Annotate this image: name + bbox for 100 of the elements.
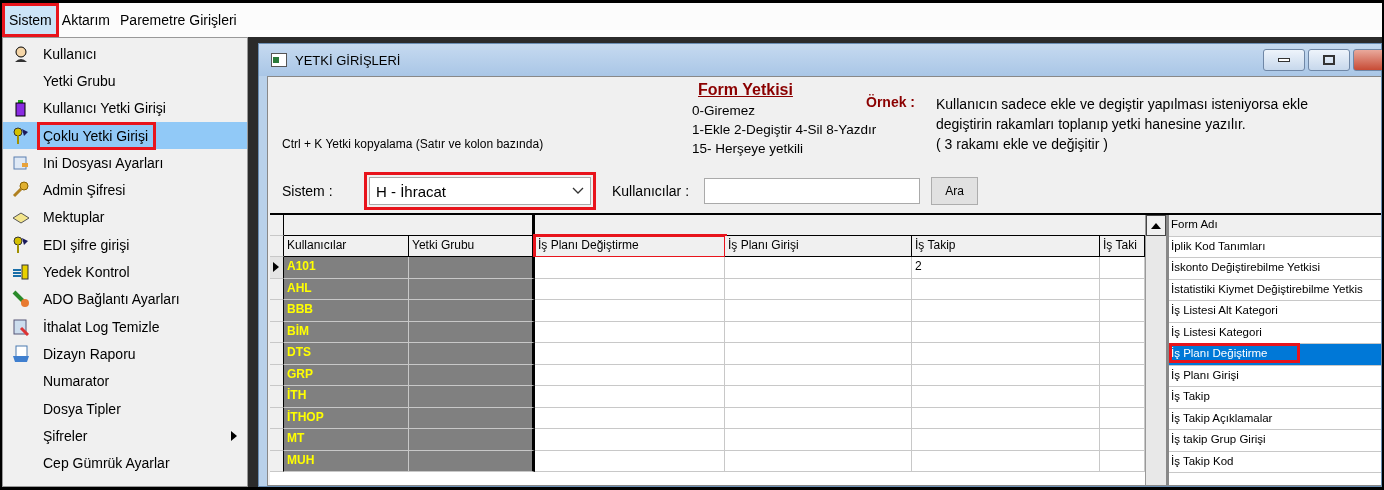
menu-item[interactable]: Yedek Kontrol — [3, 258, 247, 286]
form-name: İş Takip Kod — [1171, 453, 1235, 469]
table-cell — [1100, 343, 1145, 365]
menu-item-label: Dizayn Raporu — [42, 344, 137, 364]
user-cell: GRP — [284, 364, 409, 386]
menu-bar-item[interactable]: Paremetre Girişleri — [115, 5, 242, 35]
menu-item[interactable]: Çoklu Yetki Girişi — [3, 121, 247, 150]
menu-item[interactable]: Mektuplar — [3, 203, 247, 232]
menu-item-label: Şifreler — [42, 426, 89, 446]
document-icon — [12, 153, 30, 172]
field-label: Sistem : — [282, 183, 334, 199]
input-field[interactable] — [704, 178, 920, 204]
keys-icon — [12, 126, 30, 145]
menu-item[interactable]: İthalat Log Temizle — [3, 312, 247, 341]
minimize-button[interactable] — [1263, 49, 1305, 71]
menu-item[interactable]: EDI şifre girişi — [3, 231, 247, 259]
row-indicator[interactable] — [270, 278, 284, 300]
menu-item[interactable]: Cep Gümrük Ayarlar — [3, 449, 247, 477]
menu-item-label: Dosya Tipler — [42, 399, 122, 419]
submenu-arrow-icon — [231, 431, 237, 442]
menu-item-label: Cep Gümrük Ayarlar — [42, 454, 171, 474]
menu-item[interactable]: Kullanıcı — [3, 40, 247, 68]
form-list-item[interactable]: İskonto Değiştirebilme Yetkisi — [1169, 258, 1381, 280]
menu-item[interactable]: Dosya Tipler — [3, 394, 247, 423]
row-indicator[interactable] — [270, 343, 284, 365]
scroll-up-button[interactable] — [1146, 215, 1166, 236]
window-icon — [271, 53, 287, 67]
copy-hint-text: Ctrl + K Yetki kopyalama (Satır ve kolon bazında) — [281, 136, 545, 153]
maximize-button[interactable] — [1308, 49, 1350, 71]
menu-item-label: Ini Dosyası Ayarları — [42, 153, 165, 173]
menu-item[interactable]: Yetki Grubu — [3, 67, 247, 95]
person-icon — [12, 44, 30, 63]
form-name: İskonto Değiştirebilme Yetkisi — [1171, 260, 1321, 275]
user-cell: A101 — [284, 257, 409, 279]
menu-item-label: EDI şifre girişi — [42, 235, 131, 255]
keys-icon — [12, 235, 30, 254]
header-corner — [270, 236, 284, 257]
example-line: degiştirin rakamları toplanıp yetki hanesine yazılır. — [936, 115, 1246, 134]
row-indicator[interactable] — [270, 407, 284, 429]
field-label: Kullanıcılar : — [612, 183, 691, 199]
menu-bar-item[interactable]: Aktarım — [56, 5, 116, 35]
table-cell — [1100, 364, 1145, 386]
menu-item[interactable]: Ini Dosyası Ayarları — [3, 149, 247, 177]
legend-title: Form Yetkisi — [697, 81, 794, 99]
table-cell: 2 — [912, 257, 1100, 279]
legend-line: 1-Ekle 2-Degiştir 4-Sil 8-Yazdır — [692, 121, 877, 139]
menu-item[interactable]: Dizayn Raporu — [3, 340, 247, 368]
sistem-dropdown[interactable]: H - İhracat — [369, 177, 591, 205]
form-list-item[interactable]: İş Planı Değiştirme — [1169, 344, 1381, 366]
table-cell — [1100, 278, 1145, 300]
row-indicator[interactable] — [270, 429, 284, 451]
row-indicator[interactable] — [270, 257, 284, 279]
table-cell — [1100, 407, 1145, 429]
table-cell — [1100, 321, 1145, 343]
user-cell: İTHOP — [284, 407, 409, 429]
user-cell: MT — [284, 429, 409, 451]
example-line: Kullanıcın sadece ekle ve degiştir yapılması isteniyorsa ekle — [936, 95, 1308, 114]
column-header: İş Takip — [912, 236, 1100, 257]
form-name: İstatistiki Kiymet Değiştirebilme Yetkis — [1171, 281, 1364, 297]
form-name: İş Takip Açıklamalar — [1171, 410, 1274, 426]
menu-item[interactable]: Şifreler — [3, 422, 247, 450]
row-indicator[interactable] — [270, 300, 284, 322]
menu-item[interactable]: ADO Bağlantı Ayarları — [3, 285, 247, 313]
menu-item[interactable]: Numarator — [3, 367, 247, 395]
list-header: Form Adı — [1169, 215, 1381, 237]
scrollbar[interactable] — [1145, 215, 1166, 485]
menu-item-label: Kullanıcı Yetki Girişi — [42, 99, 167, 119]
menu-item[interactable]: Kullanıcı Yetki Girişi — [3, 94, 247, 122]
row-indicator[interactable] — [270, 450, 284, 472]
plug-icon — [12, 290, 30, 309]
up-arrow-icon — [1151, 222, 1161, 229]
row-indicator[interactable] — [270, 386, 284, 408]
maximize-icon — [1323, 55, 1335, 65]
current-row-icon — [273, 262, 279, 273]
menu-item-label: Numarator — [42, 372, 111, 392]
table-cell — [1100, 429, 1145, 451]
user-cell: BBB — [284, 300, 409, 322]
form-list-item[interactable]: İş Listesi Alt Kategori — [1169, 301, 1381, 323]
search-button[interactable]: Ara — [931, 177, 978, 205]
row-indicator[interactable] — [270, 321, 284, 343]
menu-bar-item[interactable]: Sistem — [4, 5, 57, 35]
menu-item-label: Kullanıcı — [42, 44, 98, 64]
column-header: Kullanıcılar — [284, 236, 409, 257]
menu-item-label: Yetki Grubu — [42, 71, 117, 91]
form-list-item[interactable]: İş Takip — [1169, 387, 1381, 409]
form-name: İş Listesi Kategori — [1171, 324, 1263, 340]
table-cell — [1100, 300, 1145, 322]
column-header: İş Planı Değiştirme — [535, 236, 725, 257]
form-name: İş Listesi Alt Kategori — [1171, 303, 1279, 318]
menu-item[interactable]: Admin Şifresi — [3, 176, 247, 204]
report-icon — [12, 344, 30, 363]
form-name: İş Planı Girişi — [1171, 367, 1240, 383]
row-indicator[interactable] — [270, 364, 284, 386]
legend-line: 0-Giremez — [692, 102, 755, 120]
menu-item-label: Admin Şifresi — [42, 181, 127, 201]
form-list-item[interactable]: İş takip Grup Girişi — [1169, 430, 1381, 452]
window-title: YETKİ GİRİŞLERİ — [295, 52, 401, 68]
table-cell — [1100, 386, 1145, 408]
form-name: İş Planı Değiştirme — [1171, 345, 1298, 361]
log-clean-icon — [12, 317, 30, 336]
